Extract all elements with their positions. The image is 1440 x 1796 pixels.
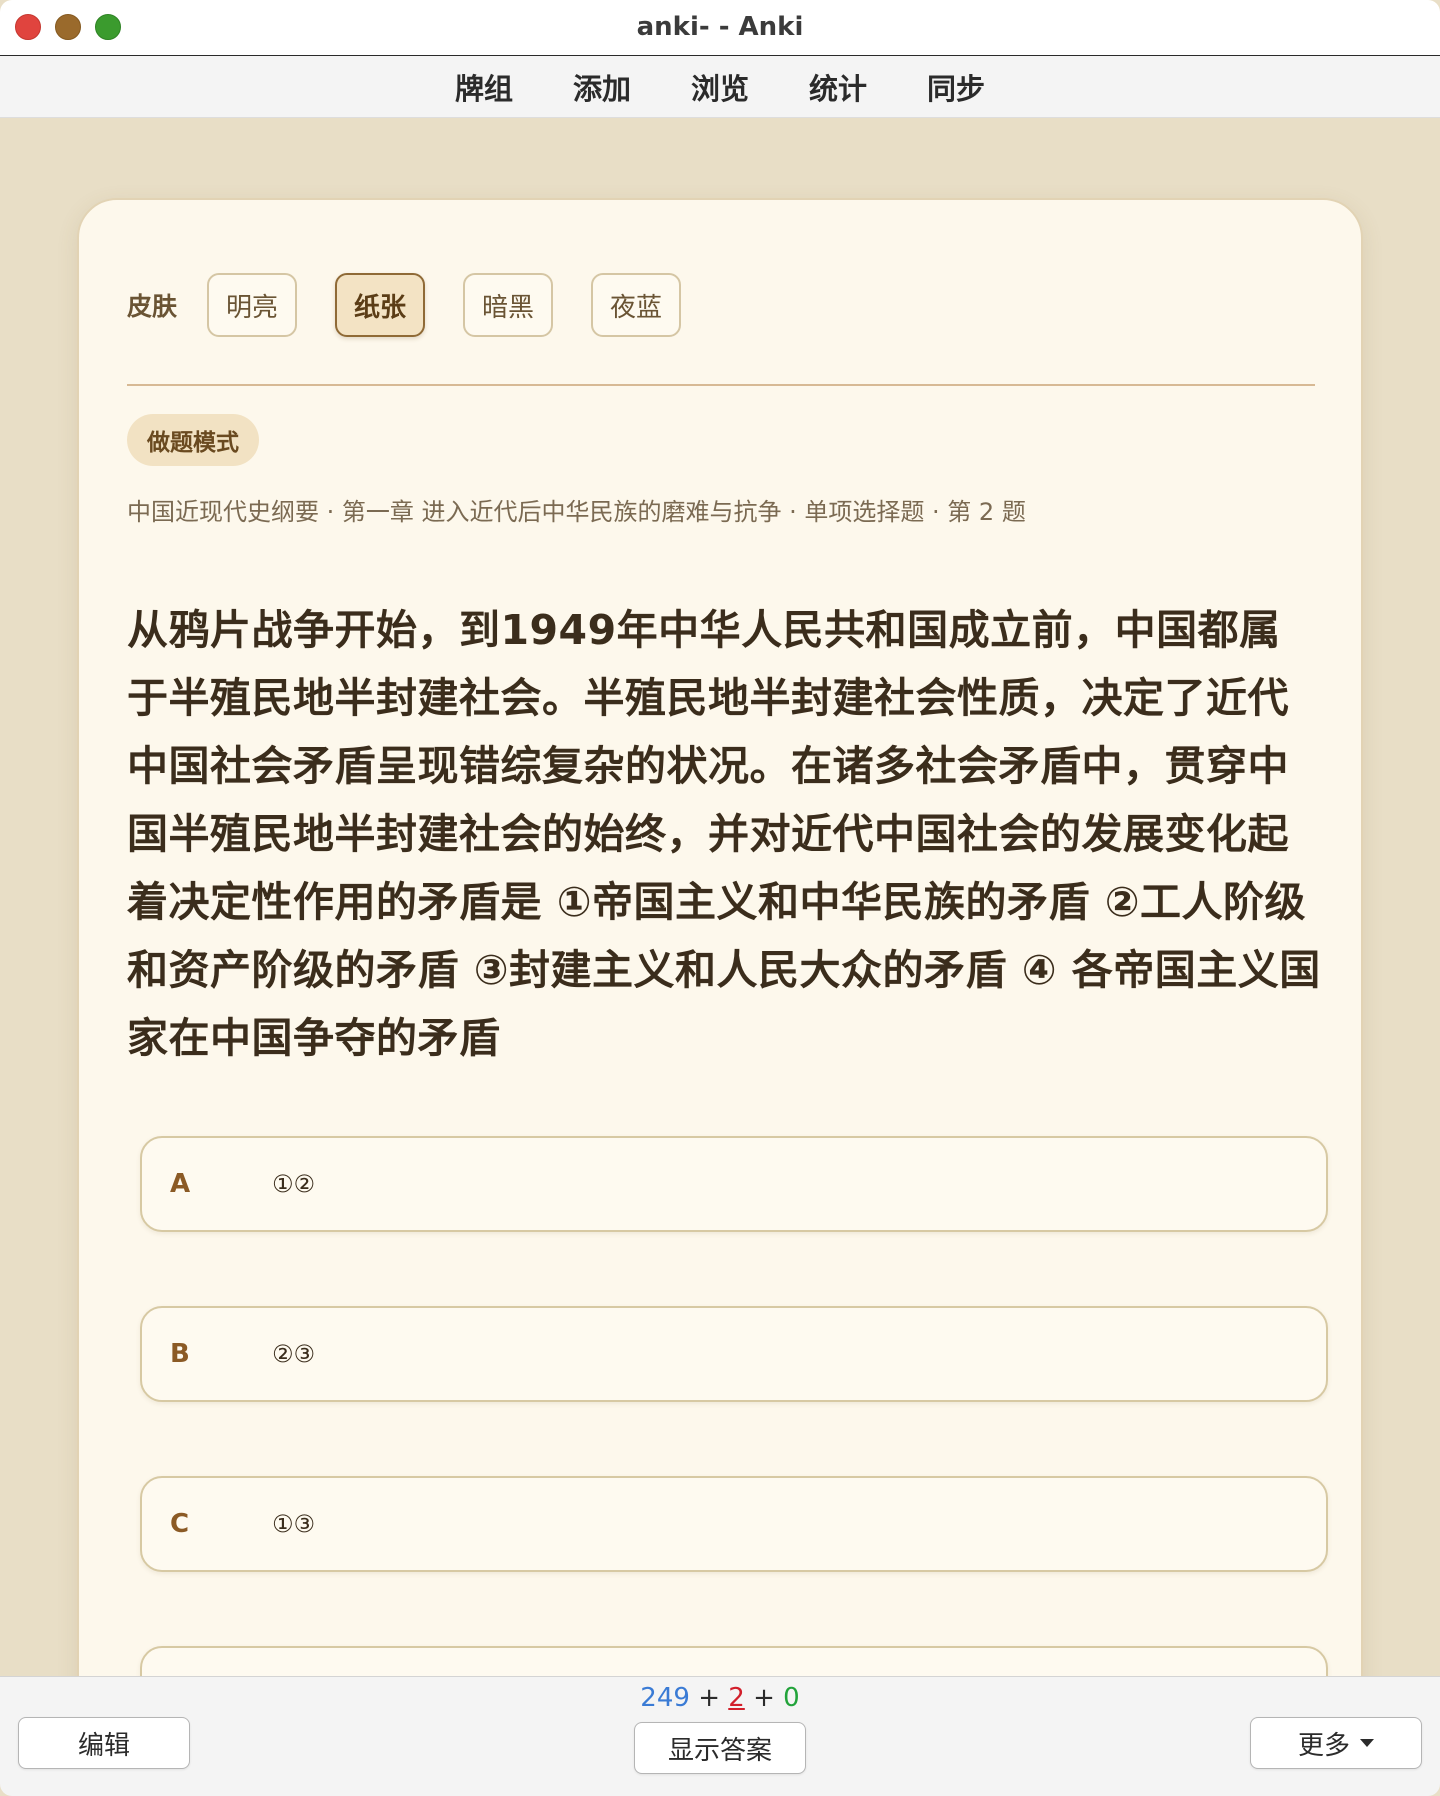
new-count: 249 bbox=[640, 1683, 690, 1713]
mode-badge: 做题模式 bbox=[127, 414, 259, 466]
option-letter: C bbox=[170, 1509, 190, 1539]
review-area: 皮肤 明亮 纸张 暗黑 夜蓝 做题模式 中国近现代史纲要 · 第一章 进入近代后… bbox=[0, 118, 1440, 1676]
option-a[interactable]: A ①② bbox=[140, 1136, 1328, 1232]
option-d[interactable] bbox=[140, 1646, 1328, 1676]
skin-button-night-blue[interactable]: 夜蓝 bbox=[591, 273, 682, 337]
nav-add[interactable]: 添加 bbox=[571, 66, 633, 108]
skin-button-bright[interactable]: 明亮 bbox=[207, 273, 298, 337]
nav-stats[interactable]: 统计 bbox=[807, 66, 869, 108]
skin-selector: 皮肤 明亮 纸张 暗黑 夜蓝 bbox=[127, 272, 719, 338]
nav-decks[interactable]: 牌组 bbox=[453, 66, 515, 108]
skin-button-dark[interactable]: 暗黑 bbox=[463, 273, 554, 337]
show-answer-button[interactable]: 显示答案 bbox=[634, 1722, 806, 1774]
option-letter: B bbox=[170, 1339, 190, 1369]
learn-count: 2 bbox=[728, 1683, 745, 1713]
caret-down-icon bbox=[1360, 1739, 1374, 1747]
title-bar: anki- - Anki bbox=[0, 0, 1440, 56]
bottom-bar: 249 + 2 + 0 编辑 显示答案 更多 bbox=[0, 1676, 1440, 1796]
breadcrumb: 中国近现代史纲要 · 第一章 进入近代后中华民族的磨难与抗争 · 单项选择题 ·… bbox=[127, 498, 1026, 526]
nav-browse[interactable]: 浏览 bbox=[689, 66, 751, 108]
option-text: ②③ bbox=[272, 1340, 316, 1368]
window-title: anki- - Anki bbox=[636, 12, 804, 42]
option-letter: A bbox=[170, 1169, 191, 1199]
option-b[interactable]: B ②③ bbox=[140, 1306, 1328, 1402]
count-separator: + bbox=[689, 1683, 729, 1713]
more-button[interactable]: 更多 bbox=[1250, 1717, 1422, 1769]
count-separator: + bbox=[744, 1683, 784, 1713]
due-counts: 249 + 2 + 0 bbox=[0, 1683, 1440, 1713]
option-c[interactable]: C ①③ bbox=[140, 1476, 1328, 1572]
skin-button-paper[interactable]: 纸张 bbox=[335, 273, 426, 337]
question-text: 从鸦片战争开始，到1949年中华人民共和国成立前，中国都属于半殖民地半封建社会。… bbox=[127, 606, 1321, 1062]
skin-label: 皮肤 bbox=[127, 292, 178, 321]
divider bbox=[127, 384, 1315, 386]
edit-button[interactable]: 编辑 bbox=[18, 1717, 190, 1769]
question-card: 皮肤 明亮 纸张 暗黑 夜蓝 做题模式 中国近现代史纲要 · 第一章 进入近代后… bbox=[77, 198, 1363, 1676]
more-button-label: 更多 bbox=[1297, 1730, 1350, 1761]
nav-sync[interactable]: 同步 bbox=[925, 66, 987, 108]
option-text: ①② bbox=[272, 1170, 316, 1198]
option-text: ①③ bbox=[272, 1510, 316, 1538]
top-nav: 牌组 添加 浏览 统计 同步 bbox=[0, 56, 1440, 118]
anki-window: anki- - Anki 牌组 添加 浏览 统计 同步 皮肤 明亮 纸张 暗黑 … bbox=[0, 0, 1440, 1796]
review-count: 0 bbox=[783, 1683, 800, 1713]
